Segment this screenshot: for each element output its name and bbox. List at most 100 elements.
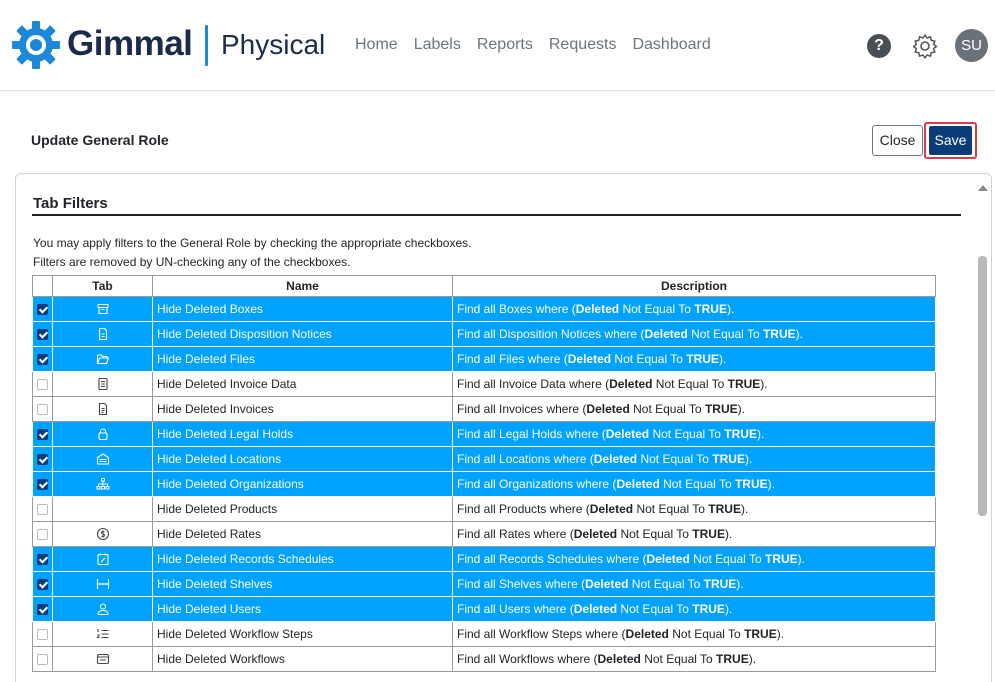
row-checkbox[interactable] xyxy=(37,404,48,416)
desc-where: where ( xyxy=(550,452,594,466)
list-document-icon xyxy=(96,377,110,391)
table-row[interactable]: Hide Deleted Boxes Find all Boxes where (… xyxy=(32,296,936,322)
desc-suffix: ). xyxy=(737,402,745,416)
desc-prefix: Find all xyxy=(457,652,500,666)
table-row[interactable]: Hide Deleted Users Find all Users where (… xyxy=(32,596,936,622)
table-row[interactable]: Hide Deleted Shelves Find all Shelves whe… xyxy=(32,571,936,597)
table-row[interactable]: Hide Deleted Invoices Find all Invoices w… xyxy=(32,396,936,422)
scrollbar-thumb[interactable] xyxy=(978,256,987,516)
table-row[interactable]: Hide Deleted Legal Holds Find all Legal H… xyxy=(32,421,936,447)
row-checkbox[interactable] xyxy=(37,529,48,541)
filter-name: Hide Deleted Products xyxy=(152,496,453,522)
desc-entity: Disposition Notices xyxy=(499,327,602,341)
brand-name[interactable]: Gimmal xyxy=(67,24,193,64)
desc-entity: Boxes xyxy=(499,302,533,316)
tab-filters-table: Tab Name Description Hide Deleted Boxes F… xyxy=(32,275,936,672)
user-avatar[interactable]: SU xyxy=(955,29,988,62)
desc-suffix: ). xyxy=(748,652,757,666)
lock-icon xyxy=(96,427,110,441)
row-checkbox[interactable] xyxy=(37,479,48,491)
desc-value: TRUE xyxy=(716,652,749,666)
desc-entity: Rates xyxy=(499,527,531,541)
row-checkbox[interactable] xyxy=(37,329,48,341)
desc-operator: Not Equal To xyxy=(649,427,725,441)
table-row[interactable]: Hide Deleted Disposition Notices Find all… xyxy=(32,321,936,347)
desc-value: TRUE xyxy=(686,352,719,366)
filter-description: Find all Workflow Steps where (Deleted N… xyxy=(452,621,936,647)
table-row[interactable]: Hide Deleted Records Schedules Find all R… xyxy=(32,546,936,572)
main-nav: Home Labels Reports Requests Dashboard xyxy=(355,36,711,54)
filter-name: Hide Deleted Invoices xyxy=(152,396,453,422)
desc-prefix: Find all xyxy=(457,602,500,616)
column-header-tab[interactable]: Tab xyxy=(52,275,153,297)
filter-name: Hide Deleted Files xyxy=(152,346,453,372)
column-header-description[interactable]: Description xyxy=(452,275,936,297)
desc-suffix: ). xyxy=(726,302,735,316)
nav-requests[interactable]: Requests xyxy=(549,36,617,54)
scroll-up-arrow-icon[interactable] xyxy=(978,185,988,191)
desc-value: TRUE xyxy=(744,627,777,641)
filter-name: Hide Deleted Disposition Notices xyxy=(152,321,453,347)
row-checkbox[interactable] xyxy=(37,454,48,466)
table-row[interactable]: Hide Deleted Workflow Steps Find all Work… xyxy=(32,621,936,647)
desc-where: where ( xyxy=(603,552,647,566)
nav-reports[interactable]: Reports xyxy=(477,36,533,54)
table-row[interactable]: Hide Deleted Workflows Find all Workflows… xyxy=(32,646,936,672)
column-header-name[interactable]: Name xyxy=(152,275,453,297)
desc-value: TRUE xyxy=(762,327,796,341)
row-checkbox[interactable] xyxy=(37,504,48,516)
archive-box-icon xyxy=(96,302,110,316)
row-checkbox-cell xyxy=(32,596,53,622)
row-checkbox-cell xyxy=(32,296,53,322)
nav-labels[interactable]: Labels xyxy=(414,36,461,54)
filter-description: Find all Files where (Deleted Not Equal … xyxy=(452,346,936,372)
row-checkbox[interactable] xyxy=(37,604,48,616)
desc-entity: Organizations xyxy=(499,477,574,491)
desc-entity: Files xyxy=(499,352,525,366)
filter-description: Find all Products where (Deleted Not Equ… xyxy=(452,496,936,522)
table-header-row: Tab Name Description xyxy=(32,275,936,297)
filter-name: Hide Deleted Rates xyxy=(152,521,453,547)
org-chart-icon xyxy=(96,477,110,491)
desc-operator: Not Equal To xyxy=(619,302,695,316)
row-checkbox[interactable] xyxy=(37,654,48,666)
row-checkbox[interactable] xyxy=(37,304,48,316)
table-row[interactable]: Hide Deleted Organizations Find all Organ… xyxy=(32,471,936,497)
help-icon[interactable]: ? xyxy=(867,34,891,58)
desc-operator: Not Equal To xyxy=(637,452,713,466)
tab-icon-cell xyxy=(52,596,153,622)
desc-prefix: Find all xyxy=(457,502,500,516)
save-button[interactable]: Save xyxy=(929,126,972,155)
desc-field: Deleted xyxy=(593,452,638,466)
row-checkbox[interactable] xyxy=(37,554,48,566)
gimmal-gear-logo-icon[interactable] xyxy=(10,19,62,71)
table-row[interactable]: Hide Deleted Rates Find all Rates where (… xyxy=(32,521,936,547)
settings-gear-icon[interactable] xyxy=(912,33,938,59)
desc-value: TRUE xyxy=(692,527,725,541)
row-checkbox[interactable] xyxy=(37,379,48,391)
table-row[interactable]: Hide Deleted Files Find all Files where (… xyxy=(32,346,936,372)
desc-value: TRUE xyxy=(764,552,798,566)
row-checkbox[interactable] xyxy=(37,579,48,591)
table-row[interactable]: Hide Deleted Locations Find all Locations… xyxy=(32,446,936,472)
row-checkbox[interactable] xyxy=(37,429,48,441)
table-row[interactable]: Hide Deleted Invoice Data Find all Invoic… xyxy=(32,371,936,397)
filter-description: Find all Rates where (Deleted Not Equal … xyxy=(452,521,936,547)
section-divider xyxy=(32,214,961,216)
dollar-coin-icon xyxy=(96,527,110,541)
desc-operator: Not Equal To xyxy=(652,377,728,391)
row-checkbox[interactable] xyxy=(37,354,48,366)
row-checkbox[interactable] xyxy=(37,629,48,641)
close-button[interactable]: Close xyxy=(872,125,923,156)
desc-value: TRUE xyxy=(734,477,768,491)
desc-value: TRUE xyxy=(703,577,737,591)
table-row[interactable]: Hide Deleted Products Find all Products w… xyxy=(32,496,936,522)
nav-dashboard[interactable]: Dashboard xyxy=(632,36,710,54)
desc-where: where ( xyxy=(530,527,574,541)
desc-where: where ( xyxy=(546,502,590,516)
desc-where: where ( xyxy=(573,477,617,491)
filter-name: Hide Deleted Shelves xyxy=(152,571,453,597)
top-navbar: Gimmal Physical Home Labels Reports Requ… xyxy=(0,0,995,91)
tab-icon-cell xyxy=(52,521,153,547)
nav-home[interactable]: Home xyxy=(355,36,398,54)
